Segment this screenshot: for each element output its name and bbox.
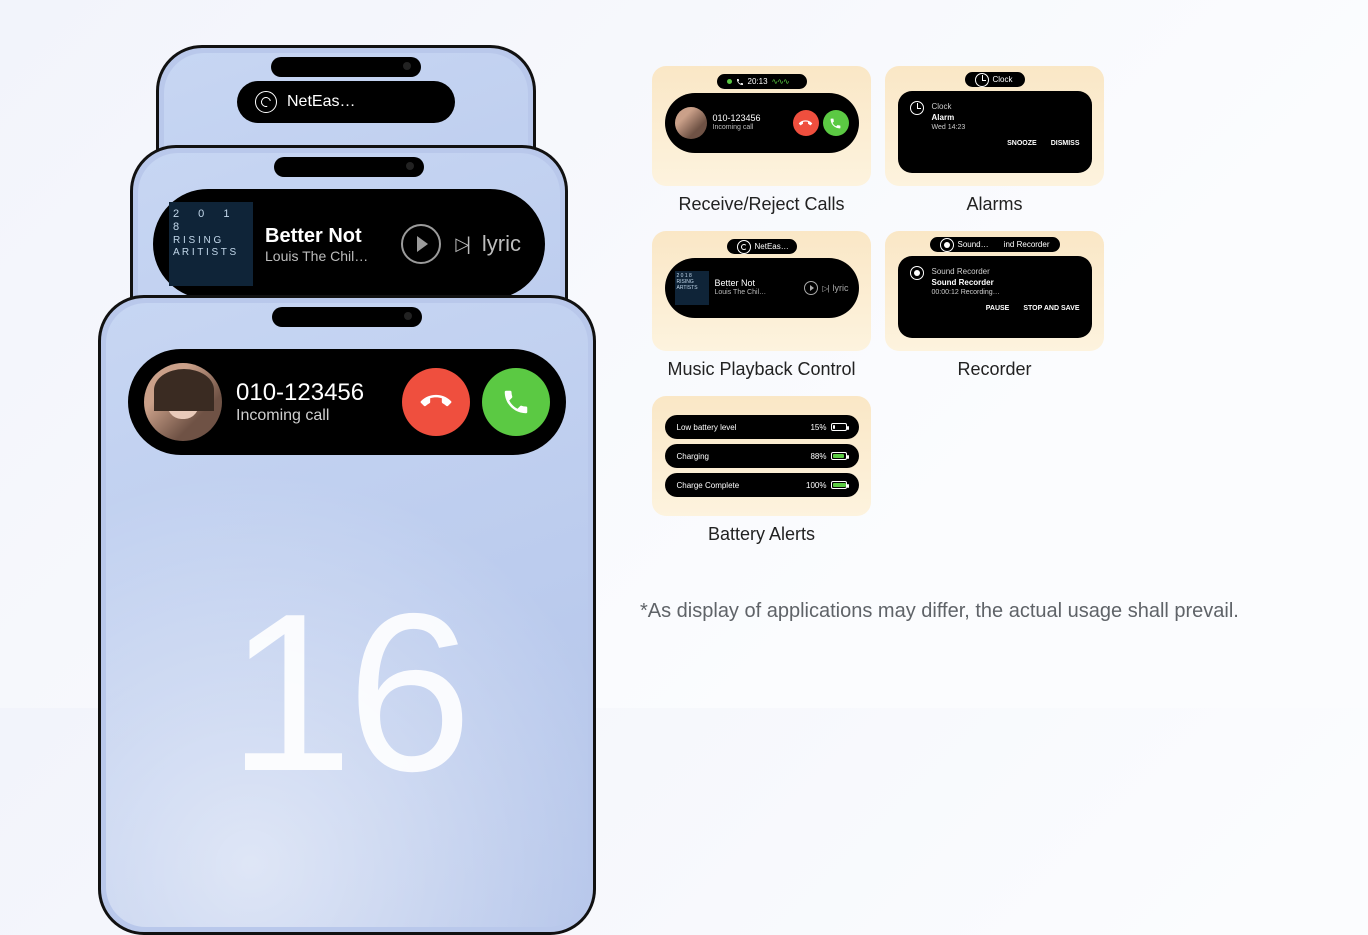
call-active-icon <box>727 79 732 84</box>
phone-decline-icon <box>415 381 457 423</box>
card-title: Receive/Reject Calls <box>652 194 871 215</box>
play-icon <box>417 236 428 252</box>
snooze-button[interactable]: SNOOZE <box>1007 139 1037 149</box>
record-icon <box>910 266 924 280</box>
play-button[interactable] <box>401 224 441 264</box>
notch-icon <box>272 307 422 327</box>
stop-save-button[interactable]: STOP AND SAVE <box>1023 304 1079 314</box>
battery-icon <box>831 423 847 431</box>
play-button[interactable] <box>804 281 818 295</box>
phone3-island-call[interactable]: 010-123456 Incoming call <box>128 349 566 455</box>
dismiss-button[interactable]: DISMISS <box>1051 139 1080 149</box>
song-artist: Louis The Chil… <box>265 248 395 264</box>
battery-icon <box>831 452 847 460</box>
netease-icon <box>255 91 277 113</box>
lyric-button[interactable]: lyric <box>833 283 849 293</box>
clock-icon <box>910 101 924 115</box>
phones-stack: NetEas… 16 2 0 1 8 R I S I N G A R I T I… <box>98 45 608 745</box>
card-music: NetEas… 2 0 1 8 RISING ARTISTS Better No… <box>652 231 871 351</box>
phone-large: 010-123456 Incoming call 16 <box>98 295 596 935</box>
accept-button[interactable] <box>823 110 849 136</box>
clock-digits: 16 <box>228 563 466 822</box>
lyric-button[interactable]: lyric <box>482 231 521 257</box>
card-battery: Low battery level 15% Charging 88% Charg… <box>652 396 871 516</box>
mini-pill-netease: NetEas… <box>727 239 797 254</box>
card-title: Music Playback Control <box>652 359 871 380</box>
caller-number: 010-123456 <box>713 113 789 124</box>
call-status: Incoming call <box>713 124 789 132</box>
disclaimer-text: *As display of applications may differ, … <box>640 600 1239 623</box>
mini-pill-calltime: 20:13 ∿∿∿ <box>717 74 807 89</box>
mini-music-block: 2 0 1 8 RISING ARTISTS Better Not Louis … <box>665 258 859 318</box>
phone-decline-icon <box>796 114 814 132</box>
decline-button[interactable] <box>402 368 470 436</box>
record-icon <box>940 238 954 252</box>
notch-icon <box>271 57 421 77</box>
netease-icon <box>737 240 751 254</box>
battery-charging-pill: Charging 88% <box>665 444 859 468</box>
song-title: Better Not <box>265 225 395 248</box>
next-button[interactable]: ▷| <box>455 234 468 255</box>
card-title: Recorder <box>885 359 1104 380</box>
mini-recorder-block: Sound Recorder Sound Recorder 00:00:12 R… <box>898 256 1092 338</box>
battery-low-pill: Low battery level 15% <box>665 415 859 439</box>
call-status: Incoming call <box>236 407 390 425</box>
accept-button[interactable] <box>482 368 550 436</box>
phone1-island[interactable]: NetEas… <box>237 81 455 123</box>
phone2-island-music[interactable]: 2 0 1 8 R I S I N G A R I T I S T S Bett… <box>153 189 545 299</box>
album-art: 2 0 1 8 RISING ARTISTS <box>675 271 709 305</box>
decline-button[interactable] <box>793 110 819 136</box>
mini-pill-clock: Clock <box>965 72 1025 87</box>
battery-complete-pill: Charge Complete 100% <box>665 473 859 497</box>
mini-alarm-block: Clock Alarm Wed 14:23 SNOOZE DISMISS <box>898 91 1092 173</box>
phone-icon <box>736 78 744 86</box>
mini-pill-recorder: Sound… ind Recorder <box>930 237 1060 252</box>
caller-avatar <box>675 107 707 139</box>
card-calls: 20:13 ∿∿∿ 010-123456 Incoming call <box>652 66 871 186</box>
caller-number: 010-123456 <box>236 379 390 407</box>
feature-cards: 20:13 ∿∿∿ 010-123456 Incoming call Recei… <box>652 66 1102 561</box>
mini-call-block: 010-123456 Incoming call <box>665 93 859 153</box>
phone-accept-icon <box>829 117 842 130</box>
next-button[interactable]: ▷| <box>822 284 828 293</box>
card-alarms: Clock Clock Alarm Wed 14:23 SNOOZE DISMI… <box>885 66 1104 186</box>
notch-icon <box>274 157 424 177</box>
card-title: Alarms <box>885 194 1104 215</box>
battery-icon <box>831 481 847 489</box>
phone-accept-icon <box>501 387 531 417</box>
card-title: Battery Alerts <box>652 524 871 545</box>
clock-icon <box>975 73 989 87</box>
song-title: Better Not <box>715 278 805 289</box>
card-recorder: Sound… ind Recorder Sound Recorder Sound… <box>885 231 1104 351</box>
play-icon <box>810 285 814 291</box>
waveform-icon: ∿∿∿ <box>772 77 789 86</box>
island-label: NetEas… <box>287 93 355 111</box>
pause-button[interactable]: PAUSE <box>986 304 1010 314</box>
caller-avatar <box>144 363 222 441</box>
song-artist: Louis The Chil… <box>715 289 805 297</box>
album-art: 2 0 1 8 R I S I N G A R I T I S T S <box>169 202 253 286</box>
